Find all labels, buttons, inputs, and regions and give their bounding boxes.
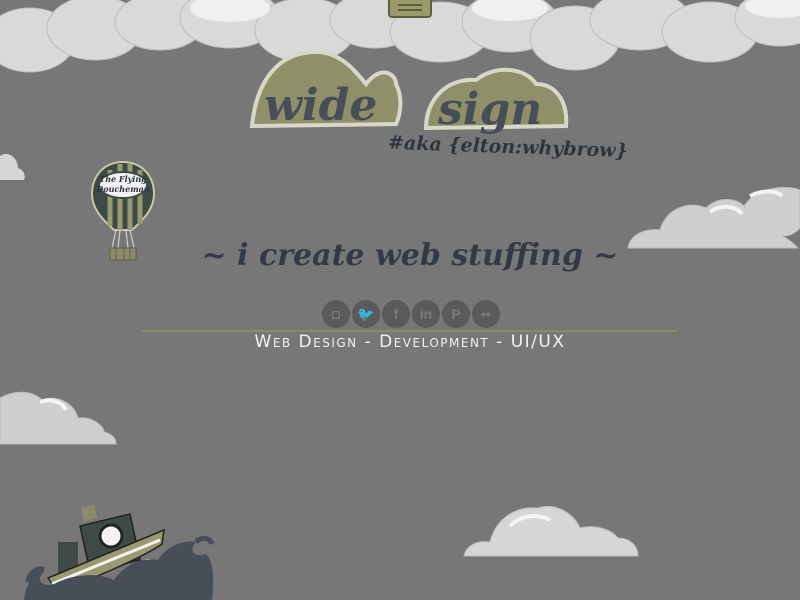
cloud-left-small (0, 153, 25, 180)
cloud-bottom-right (463, 506, 639, 557)
logo-word-sign: sign (437, 84, 542, 135)
twitter-icon[interactable]: 🐦 (352, 300, 380, 328)
social-links: ◘ 🐦 f in P •• (322, 300, 500, 328)
tagline: ~ i create web stuffing ~ (201, 238, 619, 273)
services-text: Web Design - Development - UI/UX (254, 332, 566, 352)
balloon-label-line2: Doucheman (95, 184, 150, 194)
pinterest-icon[interactable]: P (442, 300, 470, 328)
balloon-label-line1: The Flying (99, 174, 147, 184)
menu-toggle-button[interactable] (388, 0, 432, 18)
flickr-icon[interactable]: •• (472, 300, 500, 328)
cloud-left-mid (0, 391, 117, 445)
tugboat (24, 504, 215, 600)
instagram-icon[interactable]: ◘ (322, 300, 350, 328)
facebook-icon[interactable]: f (382, 300, 410, 328)
logo-word-wide: wide (264, 80, 377, 131)
linkedin-icon[interactable]: in (412, 300, 440, 328)
page-canvas: wide sign #aka {elton:whybrow} The Flyin… (0, 0, 800, 600)
